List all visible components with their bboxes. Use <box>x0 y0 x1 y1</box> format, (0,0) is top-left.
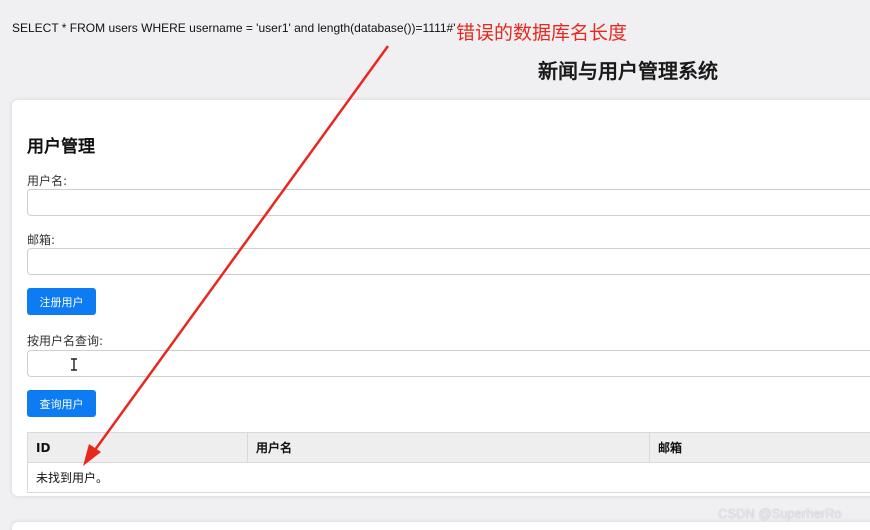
column-header-email: 邮箱 <box>649 432 870 463</box>
section-title: 用户管理 <box>27 137 95 157</box>
next-card <box>12 522 870 530</box>
username-label: 用户名: <box>27 174 68 188</box>
search-user-button[interactable]: 查询用户 <box>27 390 96 417</box>
email-input[interactable] <box>27 248 870 275</box>
column-header-id: ID <box>27 432 248 463</box>
email-label: 邮箱: <box>27 233 56 247</box>
user-management-card: 用户管理 用户名: 邮箱: 注册用户 按用户名查询: 查询用户 ID 用户名 邮… <box>12 100 870 496</box>
table-row: 未找到用户。 <box>27 462 870 493</box>
users-table: ID 用户名 邮箱 未找到用户。 <box>27 432 870 493</box>
annotation-label: 错误的数据库名长度 <box>456 22 628 44</box>
text-cursor-icon <box>71 358 77 371</box>
app-title: 新闻与用户管理系统 <box>538 59 718 83</box>
page: SELECT * FROM users WHERE username = 'us… <box>0 0 870 530</box>
register-user-button[interactable]: 注册用户 <box>27 288 96 315</box>
username-input[interactable] <box>27 189 870 216</box>
watermark: CSDN @SuperherRo <box>718 506 842 521</box>
table-header-row: ID 用户名 邮箱 <box>27 432 870 463</box>
sql-query-text: SELECT * FROM users WHERE username = 'us… <box>12 21 456 35</box>
empty-result-message: 未找到用户。 <box>27 462 870 493</box>
column-header-username: 用户名 <box>247 432 650 463</box>
search-username-input[interactable] <box>27 350 870 377</box>
search-username-label: 按用户名查询: <box>27 334 104 348</box>
